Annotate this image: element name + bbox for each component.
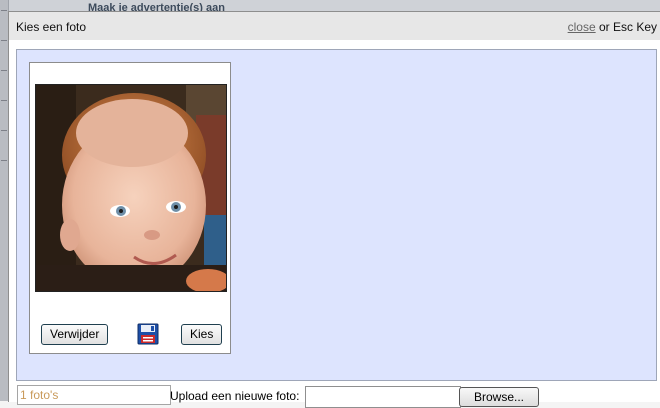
close-area: close or Esc Key	[568, 20, 657, 34]
photo-count-field: 1 foto's	[17, 385, 171, 405]
baby-photo-image	[36, 85, 226, 291]
choose-photo-dialog: Kies een foto close or Esc Key Verwijder…	[8, 11, 660, 408]
esc-key-hint: or Esc Key	[595, 20, 657, 34]
floppy-disk-icon[interactable]	[137, 323, 159, 345]
delete-photo-button[interactable]: Verwijder	[41, 324, 109, 345]
baby-photo-thumbnail[interactable]	[35, 84, 227, 292]
dialog-title: Kies een foto	[16, 20, 87, 34]
file-path-input[interactable]	[305, 386, 461, 408]
close-link[interactable]: close	[568, 20, 596, 34]
dialog-header: Kies een foto close or Esc Key	[9, 12, 660, 40]
browse-button[interactable]: Browse...	[459, 387, 539, 407]
photo-card: Verwijder Kies	[29, 62, 231, 354]
select-photo-button[interactable]: Kies	[181, 324, 223, 345]
photo-gallery: Verwijder Kies	[16, 49, 657, 381]
